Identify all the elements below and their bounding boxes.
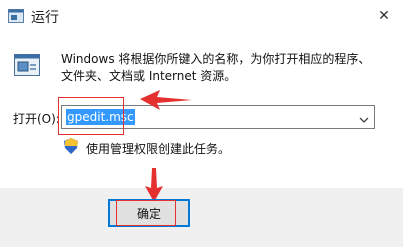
annotation-box-ok	[116, 200, 176, 226]
annotation-box-input	[58, 97, 124, 135]
run-large-icon	[14, 54, 40, 76]
annotation-arrow-down	[145, 168, 163, 202]
description-text: Windows 将根据你所键入的名称，为你打开相应的程序、 文件夹、文档或 In…	[61, 51, 381, 85]
description-line-2: 文件夹、文档或 Internet 资源。	[61, 69, 237, 83]
dropdown-arrow-icon[interactable]	[358, 111, 370, 123]
title-bar: 运行 ✕	[0, 0, 403, 32]
run-app-icon	[8, 8, 24, 23]
shield-icon	[64, 138, 78, 154]
close-icon: ✕	[378, 8, 390, 24]
open-label: 打开(O):	[13, 112, 60, 126]
admin-note: 使用管理权限创建此任务。	[86, 142, 231, 156]
run-dialog: 运行 ✕ Windows 将根据你所键入的名称，为你打开相应的程序、 文件夹、文…	[0, 0, 403, 247]
description-line-1: Windows 将根据你所键入的名称，为你打开相应的程序、	[61, 52, 371, 66]
window-title: 运行	[31, 10, 59, 26]
dialog-footer	[0, 188, 403, 247]
annotation-arrow-left	[140, 90, 192, 112]
close-button[interactable]: ✕	[371, 4, 397, 28]
